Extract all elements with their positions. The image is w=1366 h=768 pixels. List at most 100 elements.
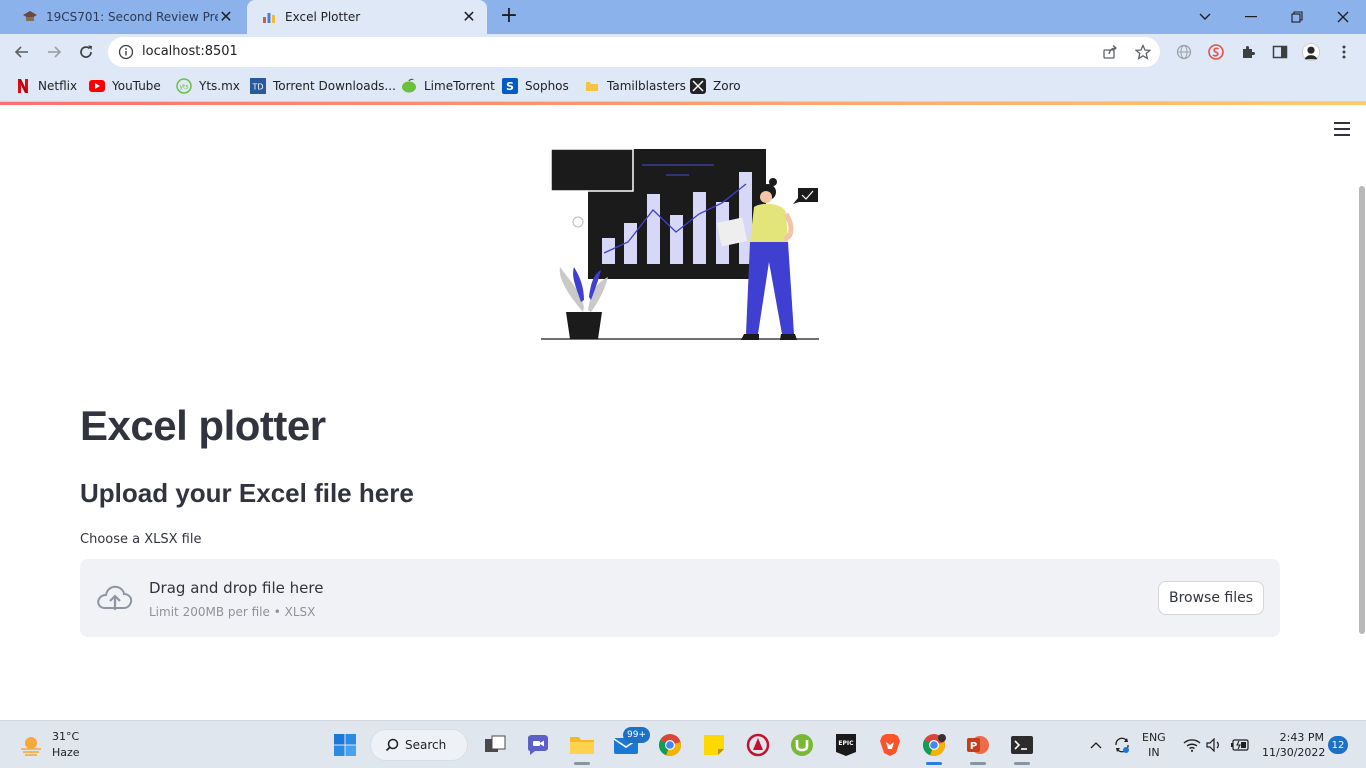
bookmark-sophos[interactable]: S Sophos [502,77,569,95]
mail-app[interactable]: 99+ [612,727,650,759]
brave-lion-icon [880,734,900,756]
page-title: Excel plotter [80,402,326,449]
chrome-icon [658,734,681,757]
bookmark-label: Netflix [38,79,78,93]
bookmark-label: Zoro [713,79,741,93]
brave-app[interactable] [876,731,904,759]
bookmark-tamilblasters[interactable]: Tamilblasters [584,77,686,95]
terminal-icon [1011,736,1033,754]
utorrent-app[interactable] [788,731,816,759]
epic-games-app[interactable]: EPIC [832,731,860,759]
open-indicator [970,762,986,765]
share-icon[interactable] [1102,44,1118,60]
file-explorer-app[interactable] [568,731,596,765]
chrome-app[interactable] [656,731,684,759]
uploader-label: Choose a XLSX file [80,532,202,547]
bookmark-label: LimeTorrent [424,79,495,93]
bookmark-label: Tamilblasters [607,79,686,93]
folder-icon [584,78,600,94]
extension-s-icon[interactable] [1207,43,1225,61]
wifi-icon[interactable] [1183,733,1201,757]
close-window-button[interactable] [1320,0,1366,34]
game-app[interactable] [744,731,772,759]
svg-text:P: P [970,741,977,752]
scrollbar-thumb[interactable] [1359,186,1365,634]
browse-files-button[interactable]: Browse files [1158,581,1264,615]
address-bar[interactable]: localhost:8501 [108,37,1160,67]
close-tab-icon[interactable]: ✕ [218,9,234,25]
game-launcher-icon [746,733,770,757]
taskbar-search[interactable]: Search [370,729,468,761]
reload-button[interactable] [74,40,98,64]
bookmark-limetorrent[interactable]: LimeTorrent [401,77,495,95]
more-menu-icon[interactable] [1335,43,1353,61]
zoro-icon [690,78,706,94]
svg-text:TD: TD [251,83,263,92]
browser-toolbar: localhost:8501 [0,34,1366,70]
minimize-button[interactable] [1228,0,1274,34]
tab-excel-plotter[interactable]: Excel Plotter ✕ [247,0,487,34]
side-panel-icon[interactable] [1271,43,1289,61]
clock-time: 2:43 PM [1279,731,1324,744]
tab-search-chevron-icon[interactable] [1182,0,1228,34]
epic-games-icon: EPIC [836,734,856,756]
bookmark-yts[interactable]: yts Yts.mx [176,77,240,95]
region-code: IN [1148,746,1160,759]
svg-text:EPIC: EPIC [838,740,854,747]
td-icon: TD [250,78,266,94]
bookmarks-bar: Netflix YouTube yts Yts.mx TD Torrent Do… [0,70,1366,102]
restore-button[interactable] [1274,0,1320,34]
weather-widget[interactable]: 31°C Haze [18,729,80,761]
windows-taskbar: 31°C Haze Search 99+ EPIC P ENG IN 2:43 … [0,720,1366,768]
powerpoint-icon: P [967,736,989,754]
sync-icon[interactable] [1112,733,1132,757]
bookmark-star-icon[interactable] [1134,43,1152,60]
show-hidden-icons-chevron-icon[interactable] [1088,733,1104,757]
open-indicator [1014,762,1030,765]
bookmark-label: Torrent Downloads... [273,79,396,93]
volume-icon[interactable] [1206,733,1224,757]
forward-button[interactable] [42,40,66,64]
file-dropzone[interactable]: Drag and drop file here Limit 200MB per … [80,559,1280,637]
new-tab-button[interactable]: + [498,5,520,28]
bookmark-youtube[interactable]: YouTube [89,77,161,95]
app-viewport: Excel plotter Upload your Excel file her… [0,102,1366,720]
info-icon[interactable] [118,44,134,60]
input-language-indicator[interactable]: ENG IN [1142,730,1166,760]
svg-text:yts: yts [179,84,188,91]
search-icon [385,738,399,752]
main-menu-icon[interactable] [1334,122,1350,136]
bookmark-label: Sophos [525,79,569,93]
task-view-button[interactable] [481,731,509,759]
bar-chart-icon [261,9,277,25]
language-code: ENG [1142,731,1166,744]
teams-chat-app[interactable] [524,731,552,759]
terminal-app[interactable] [1008,731,1036,765]
bookmark-torrent-downloads[interactable]: TD Torrent Downloads... [250,77,396,95]
globe-extension-icon[interactable] [1175,43,1193,61]
chrome-app-active[interactable] [920,731,948,765]
bookmark-zoro[interactable]: Zoro [690,77,741,95]
clock-date: 11/30/2022 [1262,746,1326,759]
page-scrollbar[interactable] [1358,102,1366,720]
sticky-notes-app[interactable] [700,731,728,759]
notification-count-badge[interactable]: 12 [1328,736,1348,754]
url-text: localhost:8501 [142,44,238,59]
mail-badge: 99+ [623,727,650,743]
data-analysis-illustration [541,148,819,340]
chat-icon [528,735,548,755]
graduation-cap-icon [22,9,38,25]
start-button[interactable] [331,731,359,759]
bookmark-netflix[interactable]: Netflix [15,77,77,95]
svg-text:S: S [506,80,514,93]
battery-icon[interactable] [1230,733,1250,757]
system-clock[interactable]: 2:43 PM 11/30/2022 [1262,730,1326,760]
tab-review-presentation[interactable]: 19CS701: Second Review Presentat ✕ [8,0,244,34]
powerpoint-app[interactable]: P [964,731,992,765]
back-button[interactable] [10,40,34,64]
haze-sun-icon [21,737,41,756]
extensions-puzzle-icon[interactable] [1239,43,1257,61]
close-tab-icon[interactable]: ✕ [461,9,477,25]
tab-strip: 19CS701: Second Review Presentat ✕ Excel… [0,0,1366,34]
profile-avatar[interactable] [1302,43,1320,61]
